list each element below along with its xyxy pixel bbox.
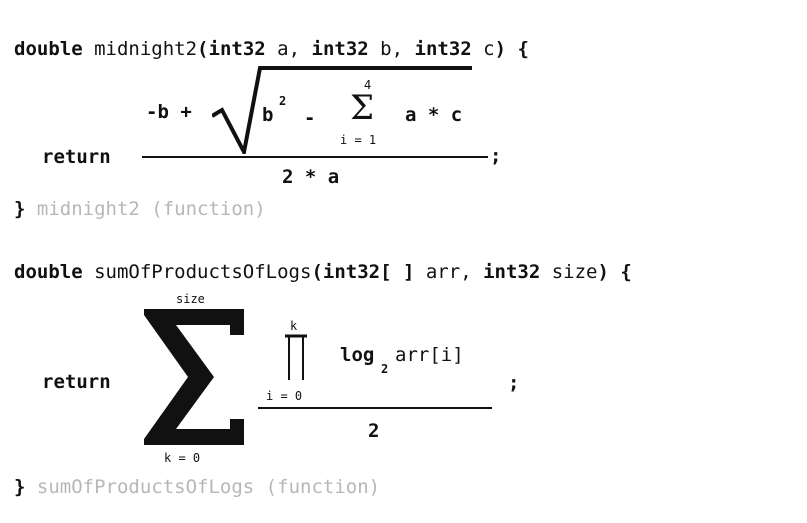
sum-icon: Σ — [350, 88, 375, 128]
product-lower-bound: i = 0 — [266, 389, 303, 403]
param-name: arr — [425, 261, 461, 283]
return-type: double — [14, 38, 83, 60]
minus-sign: - — [304, 107, 316, 129]
terminator: ; — [508, 372, 520, 394]
open-brace: { — [517, 38, 529, 60]
param-type: int32 — [414, 38, 472, 60]
close-brace: } — [14, 198, 26, 220]
end-comment: midnight2 (function) — [36, 198, 266, 220]
param-type: int32 — [311, 38, 369, 60]
return-keyword: return — [42, 146, 111, 168]
open-brace: { — [620, 261, 632, 283]
fraction-bar — [258, 407, 492, 409]
function-signature: double sumOfProductsOfLogs(int32[ ] arr,… — [14, 261, 632, 283]
product-upper-bound: k — [290, 319, 298, 333]
param-name: c — [483, 38, 495, 60]
param-name: b — [380, 38, 392, 60]
fraction-bar — [142, 156, 488, 158]
return-type: double — [14, 261, 83, 283]
function-end: } midnight2 (function) — [14, 198, 266, 220]
close-brace: } — [14, 476, 26, 498]
sum-upper-bound: size — [176, 292, 205, 306]
param-name: a — [277, 38, 289, 60]
sum-icon — [144, 309, 244, 445]
radicand-exponent: 2 — [279, 94, 287, 108]
sum-body: a * c — [405, 104, 463, 126]
param-type: int32 — [208, 38, 266, 60]
function-name: sumOfProductsOfLogs — [94, 261, 312, 283]
param-type: int32 — [483, 261, 541, 283]
denominator: 2 — [368, 420, 380, 442]
numerator-prefix: -b + — [146, 101, 192, 123]
function-name: midnight2 — [94, 38, 198, 60]
function-signature: double midnight2(int32 a, int32 b, int32… — [14, 38, 529, 60]
log-function: log — [340, 344, 375, 366]
radicand-base: b — [262, 104, 274, 126]
return-keyword: return — [42, 371, 111, 393]
param-type: int32[ ] — [322, 261, 415, 283]
log-argument: arr[i] — [395, 344, 464, 366]
log-base: 2 — [381, 362, 389, 376]
terminator: ; — [490, 145, 502, 167]
product-icon — [285, 334, 307, 380]
end-comment: sumOfProductsOfLogs (function) — [36, 476, 381, 498]
param-name: size — [551, 261, 598, 283]
denominator: 2 * a — [282, 166, 340, 188]
sum-lower-bound: k = 0 — [164, 451, 201, 465]
sum-lower-bound: i = 1 — [340, 133, 377, 147]
function-end: } sumOfProductsOfLogs (function) — [14, 476, 380, 498]
